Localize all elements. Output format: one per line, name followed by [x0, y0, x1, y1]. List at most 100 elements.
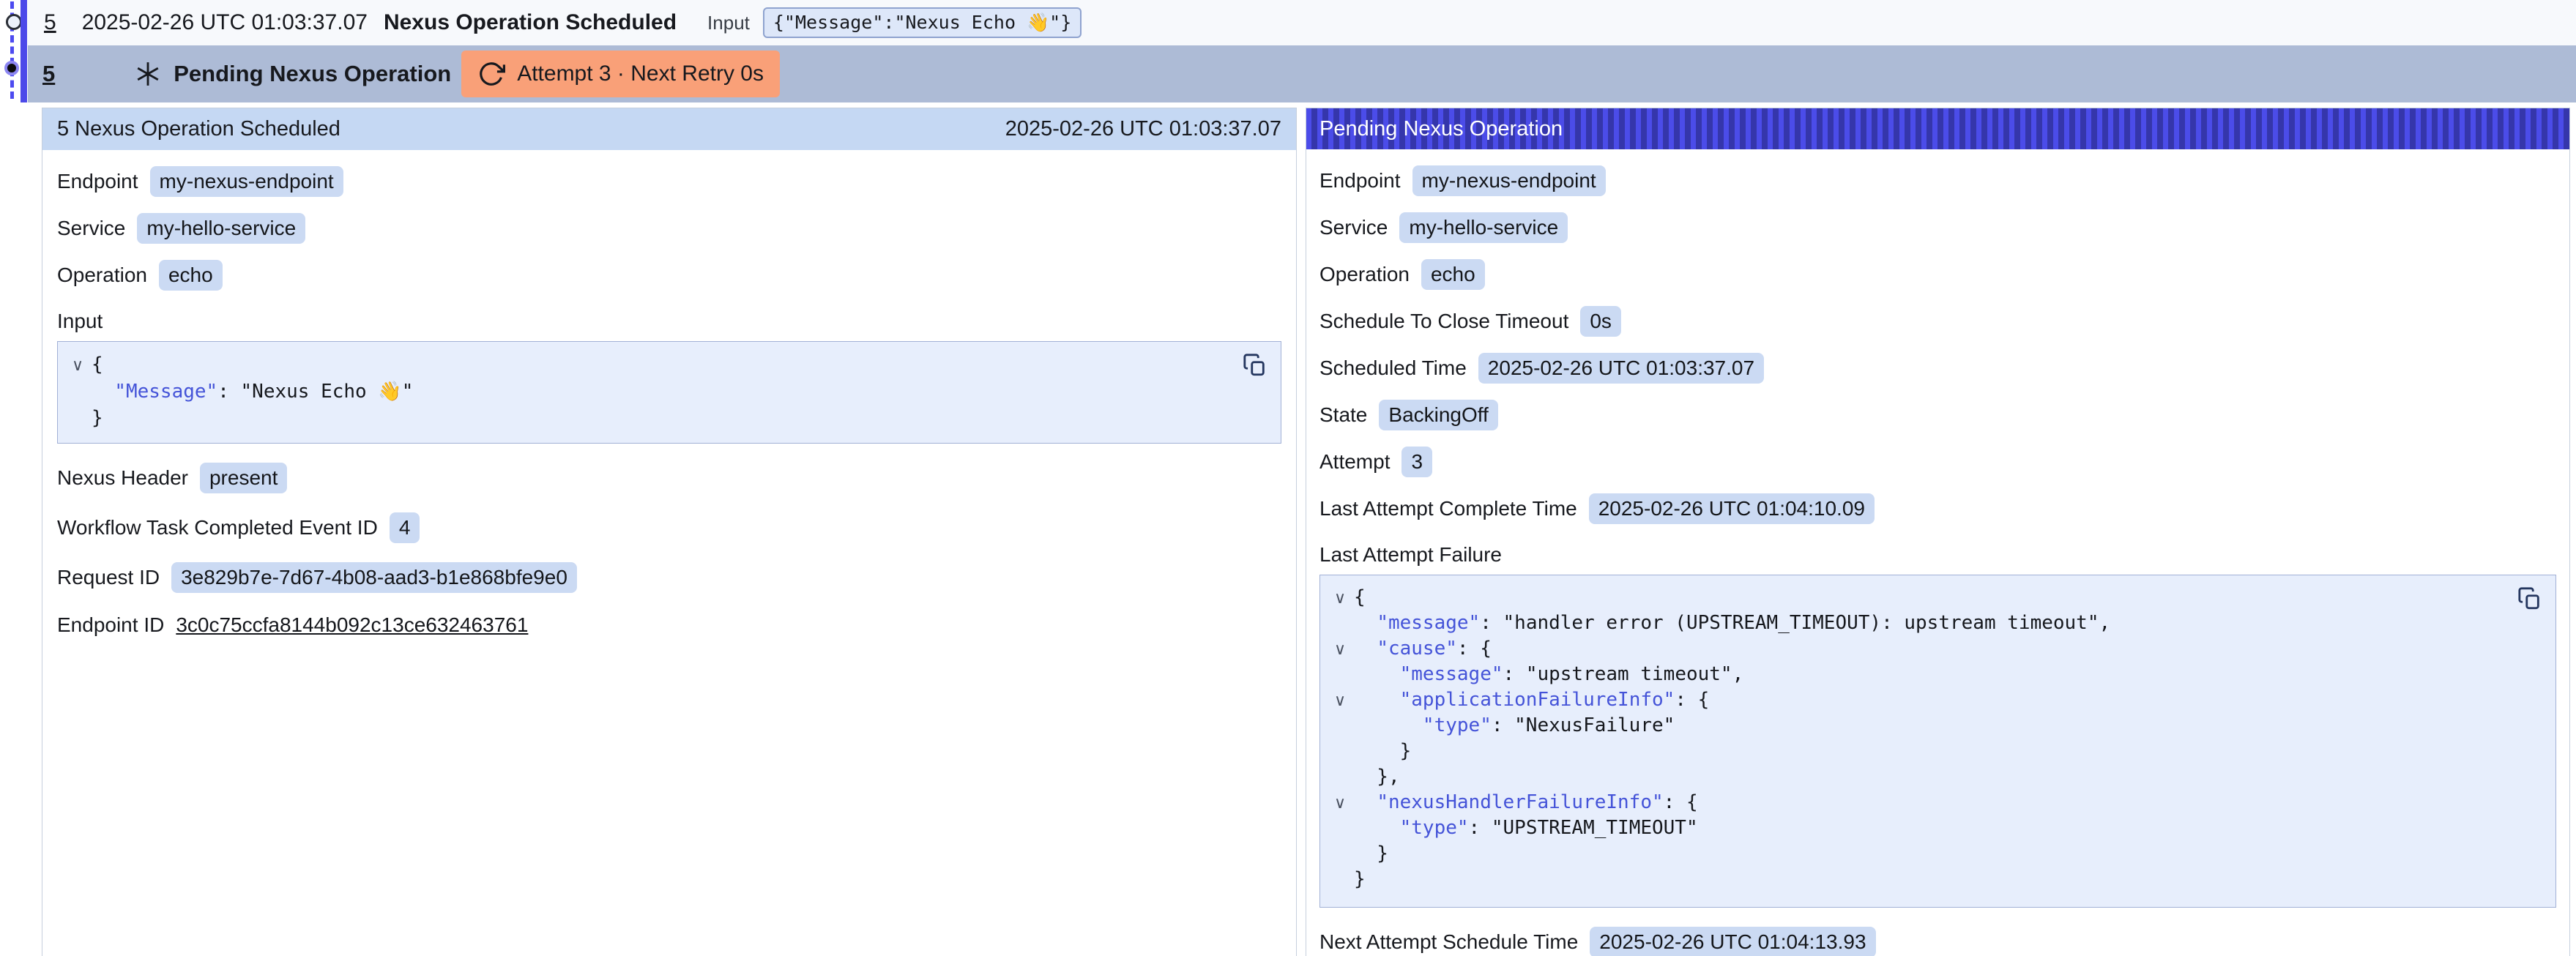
field-label: Operation [1319, 263, 1410, 286]
endpoint-id-link[interactable]: 3c0c75ccfa8144b092c13ce632463761 [176, 613, 528, 637]
field-value-badge: 3e829b7e-7d67-4b08-aad3-b1e868bfe9e0 [171, 562, 577, 593]
field-value-badge: 2025-02-26 UTC 01:03:37.07 [1478, 353, 1764, 384]
json-text: : { [1664, 791, 1698, 813]
field-service: Service my-hello-service [57, 213, 1281, 244]
json-line: }, [1326, 764, 2504, 790]
timeline-accent-bar [21, 0, 27, 102]
field-label: Request ID [57, 566, 160, 589]
collapse-chevron-icon[interactable]: ∨ [1326, 687, 1354, 713]
collapse-chevron-icon[interactable]: ∨ [1326, 585, 1354, 610]
field-label: Endpoint [57, 170, 138, 193]
field-value-badge: 2025-02-26 UTC 01:04:13.93 [1590, 927, 1875, 956]
field-label: Last Attempt Complete Time [1319, 497, 1577, 520]
field-workflow-task-completed-event-id: Workflow Task Completed Event ID 4 [57, 512, 1281, 543]
json-key: "message" [1400, 663, 1503, 685]
json-line: "message": "upstream timeout", [1326, 662, 2504, 687]
event-input-label: Input [707, 12, 750, 34]
json-line: ∨ "cause": { [1326, 636, 2504, 662]
copy-button[interactable] [2517, 586, 2544, 612]
left-panel-header: 5 Nexus Operation Scheduled 2025-02-26 U… [42, 108, 1296, 150]
json-text: : "upstream timeout", [1503, 663, 1744, 685]
event-input-chip[interactable]: {"Message":"Nexus Echo 👋"} [763, 7, 1082, 38]
json-text [1354, 791, 1377, 813]
field-value-badge: 3 [1401, 447, 1432, 477]
field-value-badge: my-nexus-endpoint [1412, 165, 1606, 196]
event-id-link[interactable]: 5 [44, 10, 56, 35]
collapse-chevron-icon[interactable]: ∨ [1326, 790, 1354, 815]
json-line: "message": "handler error (UPSTREAM_TIME… [1326, 610, 2504, 636]
field-endpoint: Endpoint my-nexus-endpoint [57, 166, 1281, 197]
collapse-chevron-icon[interactable]: ∨ [1326, 636, 1354, 662]
pending-asterisk-icon [134, 60, 162, 88]
copy-icon [2517, 586, 2544, 611]
last-attempt-failure-label: Last Attempt Failure [1319, 543, 2556, 567]
field-label: Scheduled Time [1319, 356, 1467, 380]
event-row-nexus-operation-scheduled[interactable]: 5 2025-02-26 UTC 01:03:37.07 Nexus Opera… [28, 0, 2576, 45]
copy-button[interactable] [1243, 352, 1269, 378]
json-text: }, [1354, 766, 1400, 788]
field-label: Endpoint ID [57, 613, 164, 637]
field-next-attempt-schedule-time: Next Attempt Schedule Time 2025-02-26 UT… [1319, 927, 2556, 956]
json-text: { [92, 354, 103, 376]
right-panel-header: Pending Nexus Operation [1306, 108, 2569, 149]
timeline-marker-active-icon [4, 61, 19, 75]
json-text: } [1354, 868, 1366, 890]
json-key: "type" [1400, 817, 1469, 839]
field-value-badge: my-hello-service [1399, 212, 1568, 243]
json-text: } [1354, 740, 1411, 762]
event-title: Nexus Operation Scheduled [384, 10, 677, 35]
json-key: "applicationFailureInfo" [1400, 689, 1675, 711]
json-text: : { [1675, 689, 1709, 711]
field-value-badge: echo [1421, 259, 1485, 290]
pending-nexus-operation-panel: Pending Nexus Operation Endpoint my-nexu… [1306, 108, 2570, 956]
field-label: Service [57, 217, 125, 240]
field-value-badge: 4 [390, 512, 420, 543]
field-scheduled-time: Scheduled Time 2025-02-26 UTC 01:03:37.0… [1319, 353, 2556, 384]
json-text [92, 381, 114, 403]
failure-json-viewer: ∨{ "message": "handler error (UPSTREAM_T… [1319, 575, 2556, 908]
field-endpoint: Endpoint my-nexus-endpoint [1319, 165, 2556, 196]
json-line: ∨ "nexusHandlerFailureInfo": { [1326, 790, 2504, 815]
json-text: : "handler error (UPSTREAM_TIMEOUT): ups… [1480, 612, 2110, 634]
collapse-chevron-icon[interactable]: ∨ [64, 352, 92, 378]
json-key: "cause" [1377, 638, 1457, 660]
timeline-marker-open-icon [6, 14, 22, 30]
json-line: ∨ "applicationFailureInfo": { [1326, 687, 2504, 713]
field-value-badge: 0s [1580, 306, 1621, 337]
json-text: : "UPSTREAM_TIMEOUT" [1469, 817, 1698, 839]
json-text [1354, 689, 1400, 711]
json-key: "nexusHandlerFailureInfo" [1377, 791, 1663, 813]
field-value-badge: my-hello-service [137, 213, 305, 244]
json-line: } [64, 405, 1229, 431]
field-nexus-header: Nexus Header present [57, 463, 1281, 493]
field-value-badge: BackingOff [1379, 400, 1497, 430]
json-line: "type": "UPSTREAM_TIMEOUT" [1326, 815, 2504, 841]
left-panel-title: 5 Nexus Operation Scheduled [57, 117, 340, 141]
field-attempt: Attempt 3 [1319, 447, 2556, 477]
json-line: ∨{ [64, 351, 1229, 378]
field-schedule-to-close-timeout: Schedule To Close Timeout 0s [1319, 306, 2556, 337]
retry-status-badge: Attempt 3 · Next Retry 0s [461, 51, 780, 97]
field-request-id: Request ID 3e829b7e-7d67-4b08-aad3-b1e86… [57, 562, 1281, 593]
field-last-attempt-complete-time: Last Attempt Complete Time 2025-02-26 UT… [1319, 493, 2556, 524]
json-text [1354, 612, 1377, 634]
left-panel-timestamp: 2025-02-26 UTC 01:03:37.07 [1005, 117, 1281, 141]
retry-label: Attempt 3 · Next Retry 0s [517, 61, 764, 86]
pending-id-link[interactable]: 5 [42, 61, 55, 87]
json-key: "Message" [114, 381, 217, 403]
field-label: Workflow Task Completed Event ID [57, 516, 378, 539]
json-text [1354, 817, 1400, 839]
json-text: : "NexusFailure" [1492, 714, 1675, 736]
pending-title: Pending Nexus Operation [174, 61, 451, 87]
field-label: Operation [57, 264, 147, 287]
pending-operation-row[interactable]: 5 Pending Nexus Operation Attempt 3 · Ne… [28, 45, 2576, 102]
json-text: : { [1457, 638, 1492, 660]
event-detail-area: 5 Nexus Operation Scheduled 2025-02-26 U… [42, 108, 2570, 956]
field-label: Service [1319, 216, 1388, 239]
input-section-label: Input [57, 310, 1281, 333]
json-line: "Message": "Nexus Echo 👋" [64, 378, 1229, 405]
json-key: "type" [1423, 714, 1492, 736]
field-operation: Operation echo [1319, 259, 2556, 290]
field-endpoint-id: Endpoint ID 3c0c75ccfa8144b092c13ce63246… [57, 613, 1281, 637]
json-text [1354, 638, 1377, 660]
